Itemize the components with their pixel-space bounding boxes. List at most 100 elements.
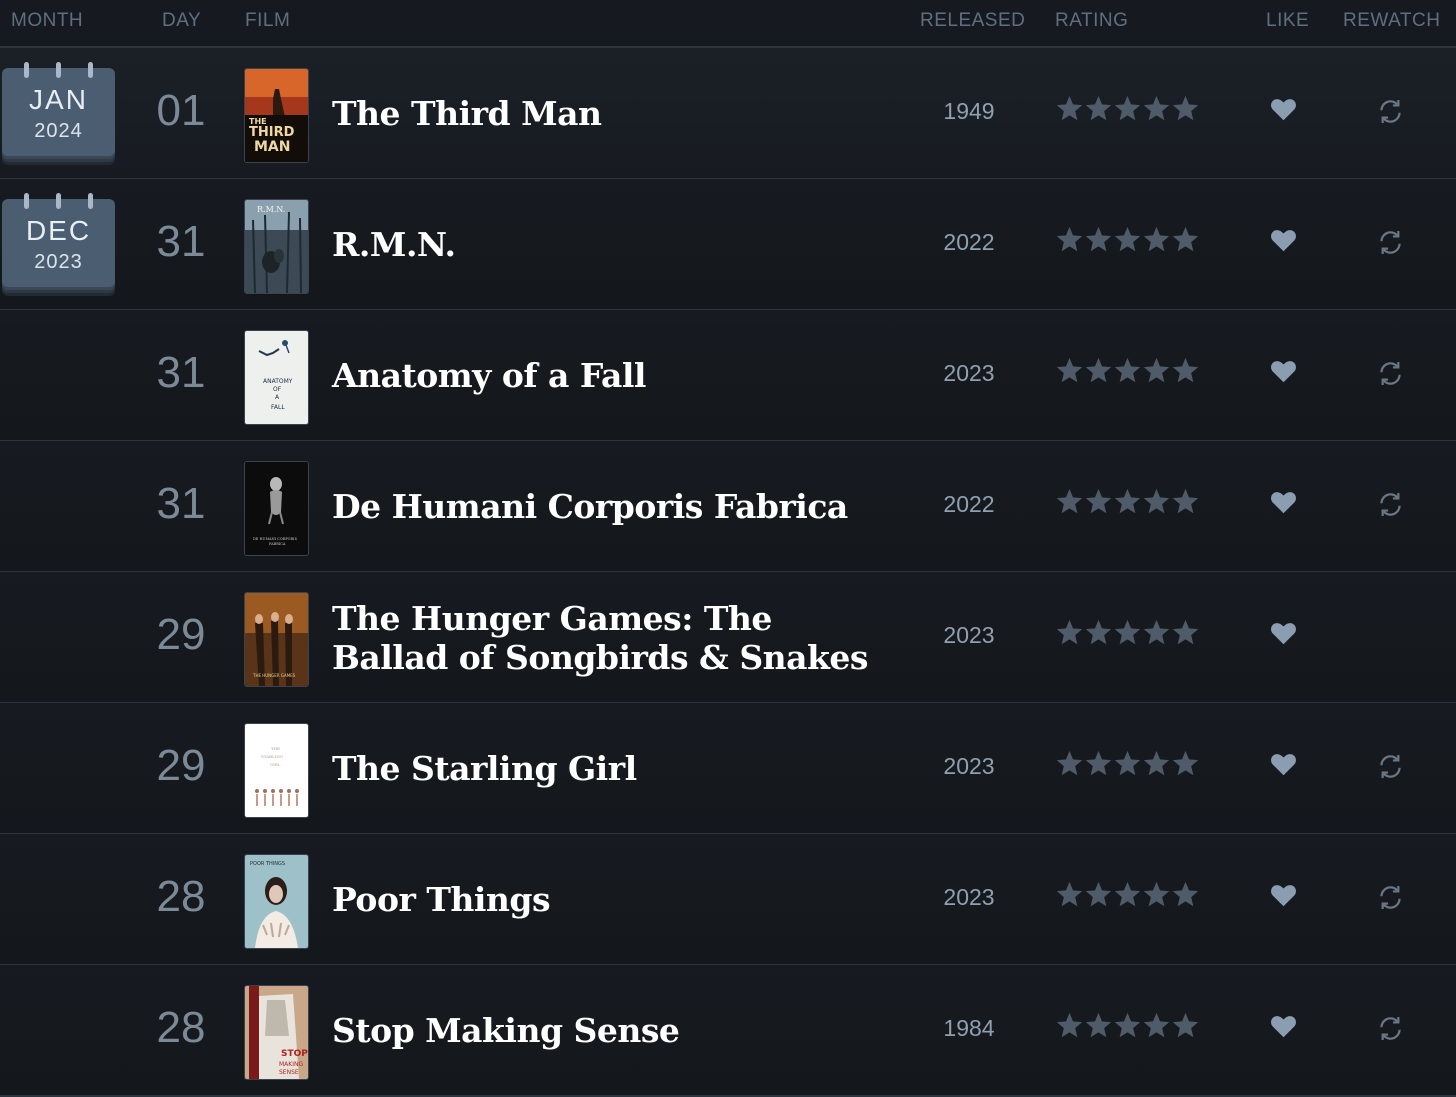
film-poster[interactable]: DE HUMANI CORPORIS FABRICA <box>244 461 309 556</box>
star-rating <box>1055 880 1200 910</box>
star-rating <box>1055 487 1200 517</box>
diary-row[interactable]: 28 STOP MAKING SENSE Stop Making Sense 1… <box>0 965 1456 1097</box>
film-poster[interactable]: ANATOMY OF A FALL <box>244 330 309 425</box>
poster-lettering: STOP <box>281 1049 308 1059</box>
heart-icon[interactable] <box>1270 489 1297 515</box>
release-year[interactable]: 1984 <box>926 1015 1012 1042</box>
diary-row[interactable]: 29 THE HUNGER GAMES The Hunger Games: Th… <box>0 572 1456 704</box>
rewatch-icon[interactable] <box>1376 359 1405 388</box>
rewatch-icon[interactable] <box>1376 883 1405 912</box>
calendar-year: 2023 <box>34 251 83 273</box>
calendar-ring <box>56 62 61 78</box>
heart-icon[interactable] <box>1270 882 1297 908</box>
film-title[interactable]: De Humani Corporis Fabrica <box>332 487 872 526</box>
heart-icon[interactable] <box>1270 358 1297 384</box>
calendar-ring <box>88 193 93 209</box>
rewatch-icon[interactable] <box>1376 1014 1405 1043</box>
star-icon <box>1114 619 1141 645</box>
poster-lettering: FALL <box>271 404 285 411</box>
star-icon <box>1172 619 1199 645</box>
day-number[interactable]: 31 <box>150 479 212 529</box>
poster-lettering: ANATOMY <box>263 378 293 385</box>
star-icon <box>1085 881 1112 907</box>
calendar-badge[interactable]: DEC 2023 <box>2 193 115 287</box>
film-poster[interactable]: THE STARLING GIRL <box>244 723 309 818</box>
calendar-ring <box>24 193 29 209</box>
film-title[interactable]: R.M.N. <box>332 225 872 264</box>
star-rating <box>1055 1011 1200 1041</box>
header-rewatch: REWATCH <box>1343 10 1441 31</box>
heart-icon[interactable] <box>1270 620 1297 646</box>
release-year[interactable]: 2022 <box>926 229 1012 256</box>
star-icon <box>1172 750 1199 776</box>
release-year[interactable]: 2023 <box>926 884 1012 911</box>
calendar-ring <box>56 193 61 209</box>
film-title[interactable]: The Starling Girl <box>332 749 872 788</box>
star-icon <box>1114 488 1141 514</box>
star-icon <box>1056 357 1083 383</box>
film-title[interactable]: The Third Man <box>332 94 872 133</box>
star-icon <box>1143 488 1170 514</box>
film-poster[interactable]: THE THIRD MAN <box>244 68 309 163</box>
day-number[interactable]: 28 <box>150 872 212 922</box>
day-number[interactable]: 28 <box>150 1003 212 1053</box>
rewatch-icon[interactable] <box>1376 752 1405 781</box>
film-poster[interactable]: THE HUNGER GAMES <box>244 592 309 687</box>
calendar-month: JAN <box>29 84 88 115</box>
rewatch-icon[interactable] <box>1376 228 1405 257</box>
release-year[interactable]: 2022 <box>926 491 1012 518</box>
star-icon <box>1172 95 1199 121</box>
star-icon <box>1085 619 1112 645</box>
star-icon <box>1143 226 1170 252</box>
header-like: LIKE <box>1266 10 1310 31</box>
diary-row[interactable]: 29 THE STARLING GIRL The Starling Girl 2… <box>0 703 1456 835</box>
poster-lettering: THE HUNGER GAMES <box>252 673 296 678</box>
star-icon <box>1114 1012 1141 1038</box>
release-year[interactable]: 2023 <box>926 622 1012 649</box>
film-title[interactable]: Anatomy of a Fall <box>332 356 872 395</box>
star-icon <box>1085 1012 1112 1038</box>
star-icon <box>1114 357 1141 383</box>
day-number[interactable]: 29 <box>150 610 212 660</box>
release-year[interactable]: 2023 <box>926 360 1012 387</box>
diary-row[interactable]: 31 DE HUMANI CORPORIS FABRICA De Humani … <box>0 441 1456 573</box>
film-diary: MONTH DAY FILM RELEASED RATING LIKE REWA… <box>0 0 1456 1097</box>
film-poster[interactable]: STOP MAKING SENSE <box>244 985 309 1080</box>
diary-row[interactable]: 28 POOR THINGS Poor Things 2023 <box>0 834 1456 966</box>
heart-icon[interactable] <box>1270 751 1297 777</box>
release-year[interactable]: 1949 <box>926 98 1012 125</box>
heart-icon[interactable] <box>1270 227 1297 253</box>
poster-lettering: MAN <box>254 139 290 155</box>
film-title[interactable]: Poor Things <box>332 880 872 919</box>
star-icon <box>1056 1012 1083 1038</box>
film-poster[interactable]: R.M.N. <box>244 199 309 294</box>
heart-icon[interactable] <box>1270 96 1297 122</box>
header-month: MONTH <box>11 10 84 31</box>
film-title[interactable]: The Hunger Games: The Ballad of Songbird… <box>332 599 872 677</box>
calendar-badge[interactable]: JAN 2024 <box>2 62 115 156</box>
star-icon <box>1085 95 1112 121</box>
star-icon <box>1056 226 1083 252</box>
poster-lettering: DE HUMANI CORPORIS <box>253 537 298 541</box>
release-year[interactable]: 2023 <box>926 753 1012 780</box>
day-number[interactable]: 01 <box>150 86 212 136</box>
rewatch-icon[interactable] <box>1376 490 1405 519</box>
star-icon <box>1114 226 1141 252</box>
star-icon <box>1056 750 1083 776</box>
star-icon <box>1085 750 1112 776</box>
rewatch-icon[interactable] <box>1376 97 1405 126</box>
film-poster[interactable]: POOR THINGS <box>244 854 309 949</box>
diary-row[interactable]: DEC 2023 31 R.M.N. R.M.N. 2022 <box>0 179 1456 311</box>
day-number[interactable]: 31 <box>150 217 212 267</box>
day-number[interactable]: 31 <box>150 348 212 398</box>
diary-row[interactable]: 31 ANATOMY OF A FALL Anatomy of a Fall 2… <box>0 310 1456 442</box>
heart-icon[interactable] <box>1270 1013 1297 1039</box>
star-icon <box>1172 226 1199 252</box>
diary-row[interactable]: JAN 2024 01 THE THIRD MAN The Third Man … <box>0 48 1456 180</box>
star-icon <box>1143 357 1170 383</box>
day-number[interactable]: 29 <box>150 741 212 791</box>
calendar-year: 2024 <box>34 120 83 142</box>
poster-lettering: R.M.N. <box>257 205 285 214</box>
film-title[interactable]: Stop Making Sense <box>332 1011 872 1050</box>
star-icon <box>1143 750 1170 776</box>
